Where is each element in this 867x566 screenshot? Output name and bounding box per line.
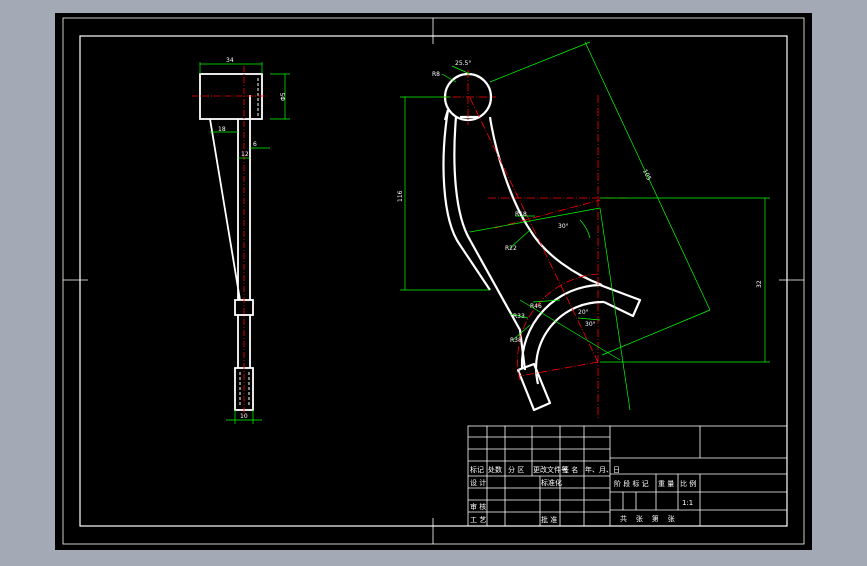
tb-stage-marks: 阶 段 标 记	[614, 479, 649, 488]
dim-arc-radius-1: R46	[530, 303, 542, 310]
tb-header-2: 分 区	[508, 465, 524, 474]
cad-viewport[interactable]: 34 Φ5 18 12 6 10 R8 25.5° 116 105 32 30°…	[0, 0, 867, 562]
dim-top-angle: 25.5°	[455, 60, 471, 67]
drawing-paper	[55, 13, 812, 550]
dim-arc-radius-3: R38	[510, 337, 522, 344]
dim-angle-30: 30°	[585, 321, 596, 328]
tb-header-0: 标记	[470, 465, 484, 474]
tb-scale: 比 例	[680, 479, 696, 488]
tb-design: 设 计	[470, 478, 486, 487]
dim-side-height: Φ5	[280, 92, 287, 101]
tb-header-1: 处数	[488, 465, 502, 474]
dim-top-radius: R8	[432, 71, 440, 78]
dim-top-width: 34	[226, 57, 234, 64]
dim-angle-20: 20°	[578, 309, 589, 316]
tb-scale-value: 1:1	[682, 499, 693, 507]
tb-approve: 批 准	[541, 515, 557, 524]
dim-right-height: 32	[756, 280, 763, 288]
dim-mid-radius: R18	[515, 211, 527, 218]
dim-arc-radius-2: R33	[513, 313, 525, 320]
tb-header-4: 签 名	[562, 465, 578, 474]
tb-process: 工 艺	[470, 516, 486, 524]
dim-inner-small: 12	[241, 151, 249, 158]
tb-header-5: 年、月、日	[585, 465, 620, 474]
dim-inner-left: 18	[218, 126, 226, 133]
dim-mid-radius-2: R22	[505, 245, 517, 252]
dim-left-height: 116	[397, 190, 404, 202]
dim-right-small: 6	[253, 141, 257, 148]
dim-mid-angle: 30°	[558, 223, 569, 230]
tb-sheet-info: 共 张 第 张	[620, 514, 675, 523]
tb-review: 审 核	[470, 502, 486, 511]
dim-bottom-width: 10	[240, 413, 248, 420]
tb-standard: 标准化	[541, 478, 562, 487]
tb-weight: 重 量	[658, 480, 674, 488]
drawing-canvas: 34 Φ5 18 12 6 10 R8 25.5° 116 105 32 30°…	[55, 13, 812, 550]
